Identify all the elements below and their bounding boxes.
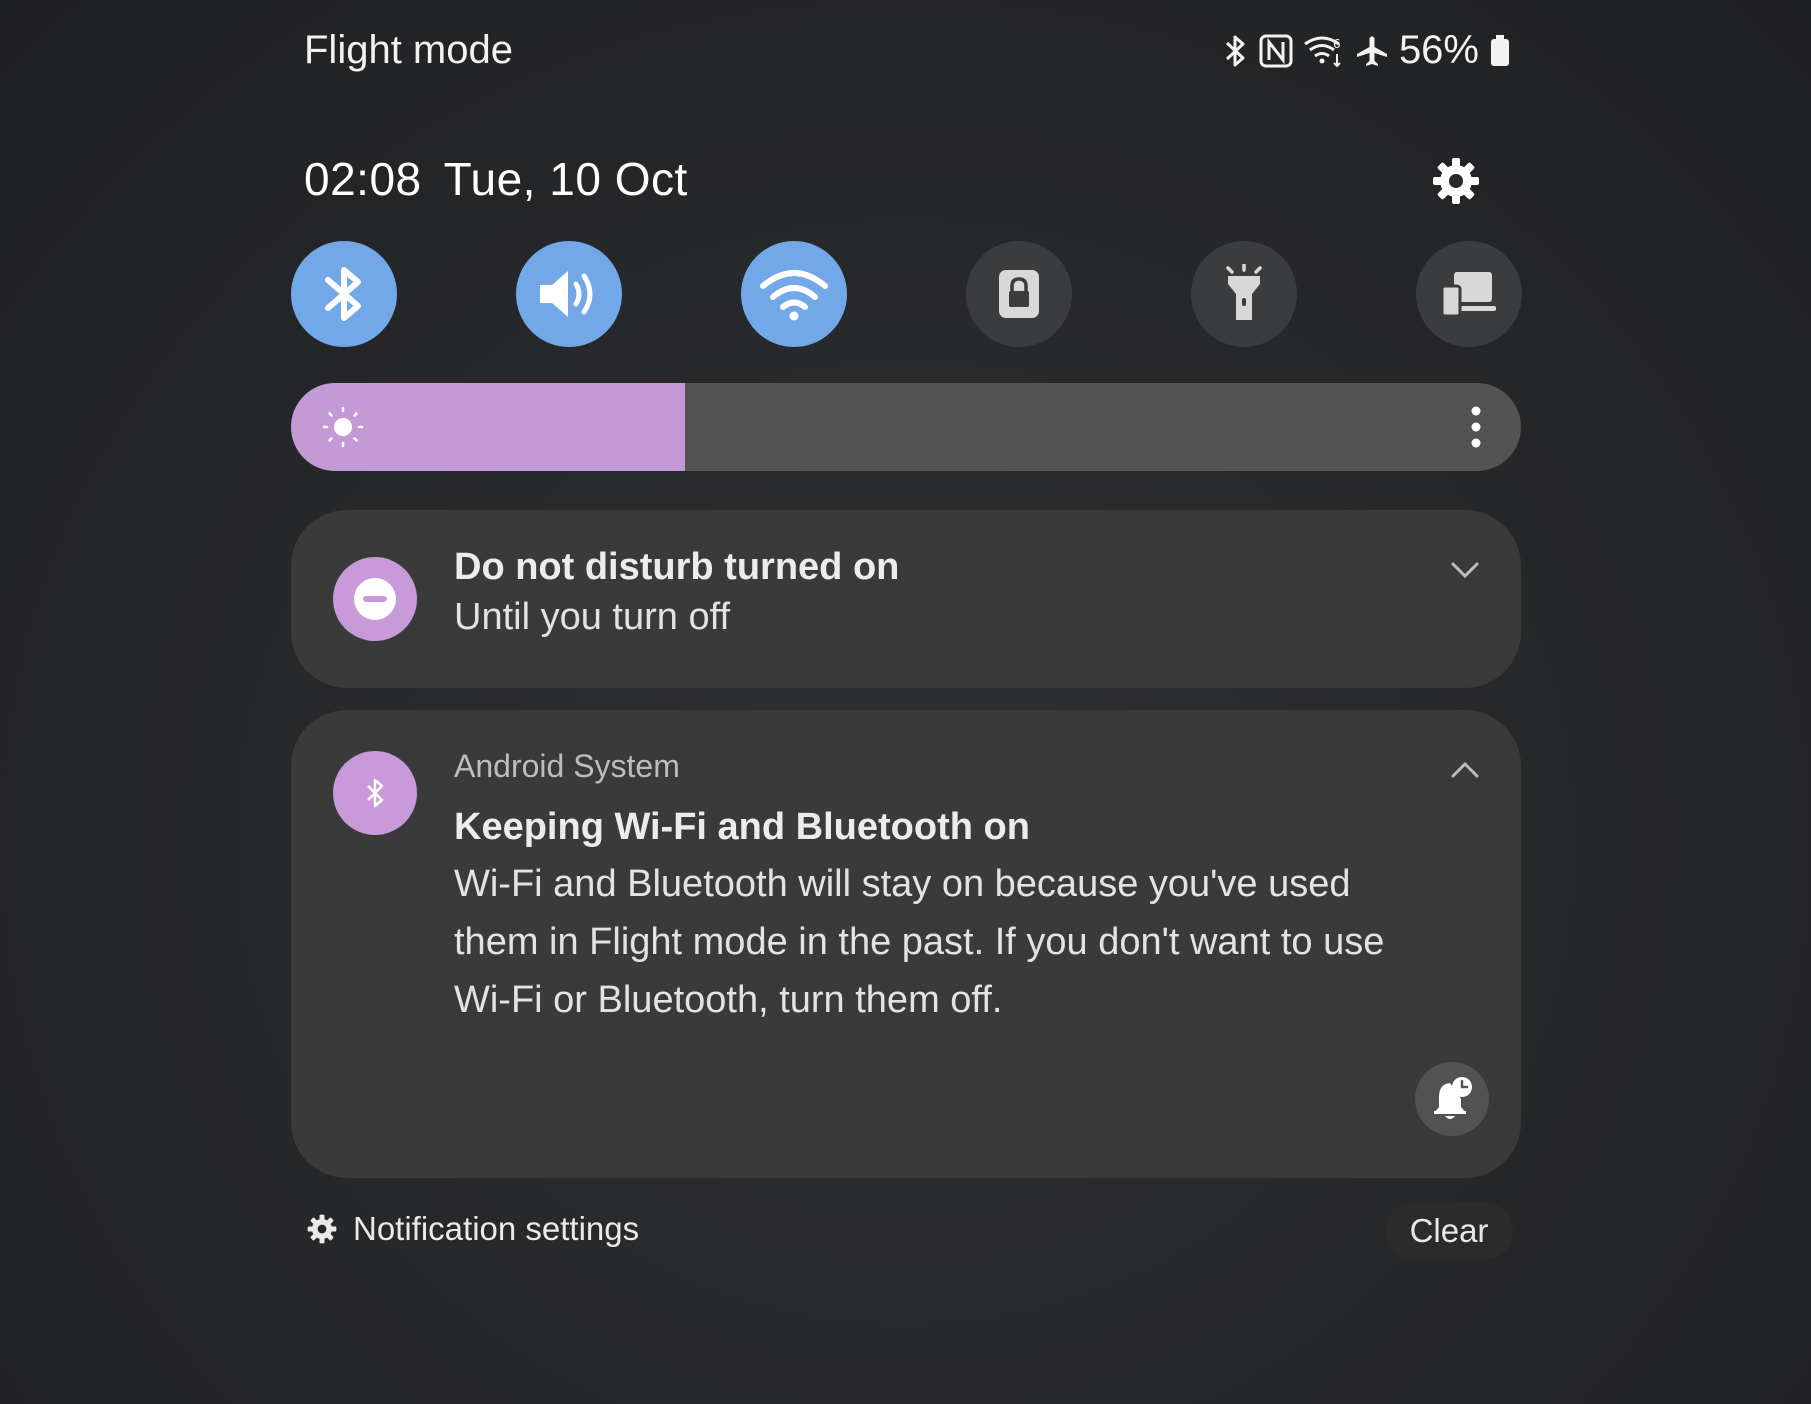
notification-title: Do not disturb turned on xyxy=(454,546,900,588)
tile-bluetooth[interactable] xyxy=(291,241,397,347)
notification-android-system[interactable]: Android System Keeping Wi-Fi and Bluetoo… xyxy=(291,710,1521,1178)
tile-sound[interactable] xyxy=(516,241,622,347)
bluetooth-icon xyxy=(1225,35,1245,66)
tile-flashlight[interactable] xyxy=(1191,241,1297,347)
notification-text: Until you turn off xyxy=(454,596,731,638)
clock-date: 02:08 Tue, 10 Oct xyxy=(304,152,710,206)
clock-date-text: Tue, 10 Oct xyxy=(443,153,688,205)
notification-body-line: Wi-Fi and Bluetooth will stay on because… xyxy=(454,863,1351,905)
sun-icon xyxy=(322,406,364,448)
clock-time: 02:08 xyxy=(304,153,422,205)
tile-wifi[interactable] xyxy=(741,241,847,347)
svg-text:6: 6 xyxy=(1333,37,1341,51)
tile-secure-folder[interactable] xyxy=(966,241,1072,347)
snooze-button[interactable] xyxy=(1415,1062,1489,1136)
devices-icon xyxy=(1440,272,1496,318)
wifi-icon xyxy=(760,270,828,321)
tile-device-control[interactable] xyxy=(1416,241,1522,347)
notification-dnd[interactable]: Do not disturb turned on Until you turn … xyxy=(291,510,1521,688)
lock-icon xyxy=(999,270,1039,318)
chevron-up-icon[interactable] xyxy=(1447,752,1483,788)
snooze-bell-icon xyxy=(1434,1077,1472,1119)
volume-icon xyxy=(540,271,593,317)
flashlight-icon xyxy=(1226,264,1262,320)
bluetooth-app-icon xyxy=(333,751,417,835)
battery-percentage: 56% xyxy=(1398,28,1479,72)
clear-button[interactable]: Clear xyxy=(1385,1202,1513,1260)
dnd-icon xyxy=(333,557,417,641)
notification-app-name: Android System xyxy=(454,748,680,784)
gear-icon[interactable] xyxy=(1432,157,1480,205)
notification-settings-link[interactable]: Notification settings xyxy=(307,1210,639,1248)
status-mode-label: Flight mode xyxy=(304,28,513,72)
notification-body-line: them in Flight mode in the past. If you … xyxy=(454,921,1385,963)
notification-body-line: Wi-Fi or Bluetooth, turn them off. xyxy=(454,979,1003,1021)
gear-icon xyxy=(307,1214,337,1244)
chevron-down-icon[interactable] xyxy=(1447,552,1483,588)
bluetooth-icon xyxy=(367,778,384,808)
status-icons: 6 56% xyxy=(1223,28,1511,73)
more-vertical-icon[interactable] xyxy=(1469,405,1483,449)
wifi-6-icon: 6 xyxy=(1304,36,1341,67)
brightness-slider[interactable] xyxy=(291,383,1521,471)
airplane-icon xyxy=(1356,35,1387,66)
notification-title: Keeping Wi-Fi and Bluetooth on xyxy=(454,806,1030,848)
notification-body: Wi-Fi and Bluetooth will stay on because… xyxy=(454,855,1384,1029)
notification-settings-label: Notification settings xyxy=(353,1210,640,1247)
nfc-icon xyxy=(1259,34,1293,67)
battery-icon xyxy=(1491,34,1509,66)
bluetooth-icon xyxy=(325,267,361,321)
